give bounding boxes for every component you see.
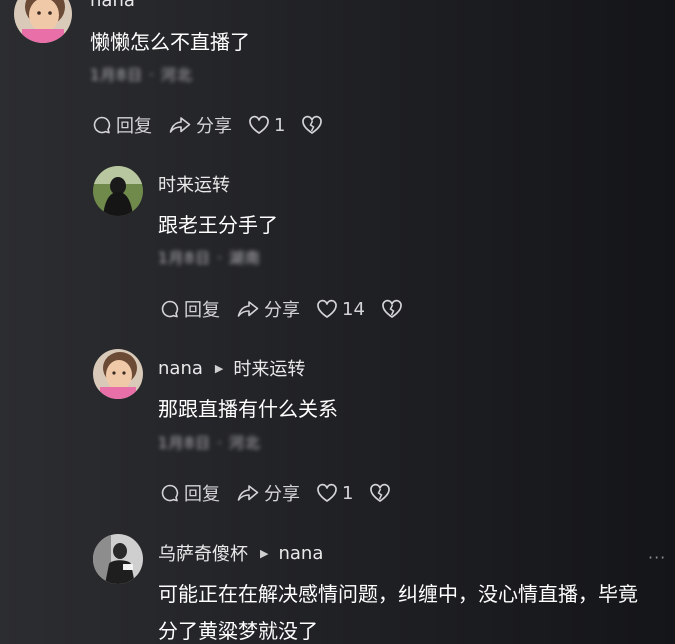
share-arrow-icon <box>237 301 259 317</box>
comment-username[interactable]: 时来运转 <box>158 171 230 197</box>
avatar[interactable] <box>14 0 72 43</box>
username-text: nana <box>158 357 203 379</box>
share-label: 分享 <box>264 300 300 321</box>
username-text: 乌萨奇傻杯 <box>158 544 248 565</box>
share-button[interactable]: 分享 <box>168 112 232 138</box>
share-arrow-icon <box>237 485 259 501</box>
like-count: 1 <box>274 114 286 136</box>
comment-actions: 回复 分享 1 <box>160 480 391 506</box>
reply-button[interactable]: 回复 <box>160 296 220 322</box>
comment-meta: 1月8日 · 湖南 <box>158 249 261 267</box>
comment-text: 跟老王分手了 <box>158 213 278 237</box>
avatar[interactable] <box>93 166 143 216</box>
reply-to-username: nana <box>278 542 324 564</box>
like-button[interactable]: 1 <box>316 483 353 504</box>
comment-actions: 回复 分享 14 <box>160 296 403 322</box>
comment-text: 懒懒怎么不直播了 <box>90 30 250 54</box>
reply-label: 回复 <box>184 484 220 505</box>
comment-username[interactable]: 乌萨奇傻杯 ▶ nana <box>158 540 323 566</box>
reply-button[interactable]: 回复 <box>92 112 152 138</box>
broken-heart-icon <box>382 299 402 318</box>
reply-bubble-icon <box>93 116 111 134</box>
share-label: 分享 <box>196 116 232 137</box>
username-text: nana <box>90 0 135 11</box>
broken-heart-icon <box>370 483 391 502</box>
reply-bubble-icon <box>161 484 179 502</box>
comment-meta: 1月8日 · 河北 <box>90 66 193 84</box>
reply-button[interactable]: 回复 <box>160 480 220 506</box>
reply-bubble-icon <box>161 300 179 318</box>
comment-username[interactable]: nana <box>90 0 135 11</box>
bw-figure-avatar-icon <box>93 534 143 584</box>
like-count: 14 <box>342 298 365 320</box>
comment-username[interactable]: nana ▶ 时来运转 <box>158 355 305 381</box>
child-avatar-icon <box>14 0 72 43</box>
comment-location: 河北 <box>228 434 261 452</box>
comment-text: 那跟直播有什么关系 <box>158 397 338 421</box>
woman-back-avatar-icon <box>93 166 143 216</box>
share-button[interactable]: 分享 <box>236 296 300 322</box>
comment-date: 1月8日 <box>158 434 212 452</box>
heart-icon <box>317 299 337 318</box>
dislike-button[interactable] <box>381 299 403 319</box>
share-arrow-icon <box>169 117 191 133</box>
broken-heart-icon <box>302 115 323 134</box>
like-button[interactable]: 1 <box>248 115 285 136</box>
comment-location: 河北 <box>160 66 193 84</box>
comment-date: 1月8日 <box>90 66 144 84</box>
reply-to-arrow-icon: ▶ <box>214 361 224 375</box>
dislike-button[interactable] <box>369 483 391 503</box>
reply-to-arrow-icon: ▶ <box>260 546 269 560</box>
avatar[interactable] <box>93 349 143 399</box>
comment-date: 1月8日 <box>158 249 212 267</box>
reply-label: 回复 <box>116 116 152 137</box>
heart-icon <box>317 483 337 502</box>
comment-text: 可能正在在解决感情问题，纠缠中，没心情直播，毕竟 <box>158 582 638 606</box>
reply-to-username: 时来运转 <box>233 359 306 380</box>
comment-meta: 1月8日 · 河北 <box>158 434 261 452</box>
share-button[interactable]: 分享 <box>236 480 300 506</box>
more-options-icon[interactable]: ··· <box>648 548 666 567</box>
dislike-button[interactable] <box>301 115 323 135</box>
reply-label: 回复 <box>184 300 220 321</box>
username-text: 时来运转 <box>158 175 230 196</box>
share-label: 分享 <box>264 484 300 505</box>
like-button[interactable]: 14 <box>316 299 365 320</box>
comment-actions: 回复 分享 1 <box>92 112 323 138</box>
like-count: 1 <box>342 482 354 504</box>
comment-location: 湖南 <box>228 249 261 267</box>
avatar[interactable] <box>93 534 143 584</box>
child-avatar-icon <box>93 349 143 399</box>
heart-icon <box>249 115 269 134</box>
